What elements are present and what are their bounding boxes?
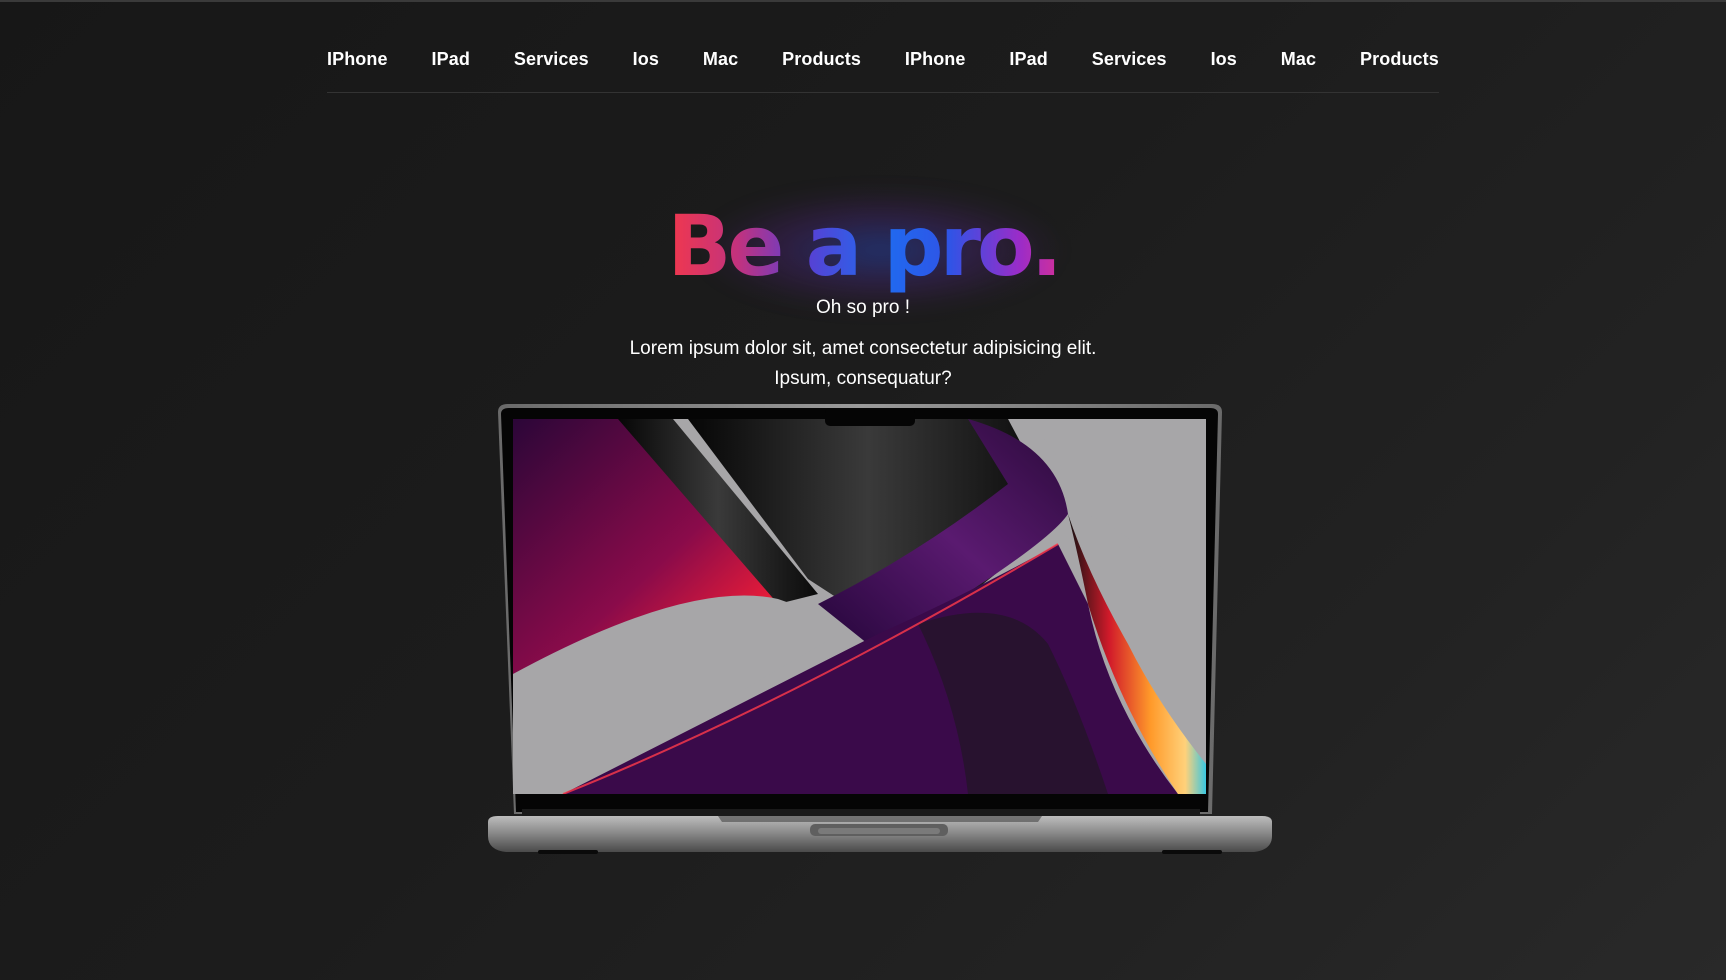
nav-link-mac[interactable]: Mac <box>703 48 738 70</box>
hero-subtitle: Oh so pro ! <box>816 297 910 318</box>
laptop-image <box>488 404 1272 854</box>
nav-link-products[interactable]: Products <box>782 48 861 70</box>
nav-link-iphone[interactable]: IPhone <box>327 48 388 70</box>
window-top-edge <box>0 0 1726 2</box>
hero-title-text: Be a pro. <box>667 197 1062 295</box>
nav-link-ipad-2[interactable]: IPad <box>1009 48 1047 70</box>
nav-link-products-2[interactable]: Products <box>1360 48 1439 70</box>
nav-link-ios[interactable]: Ios <box>633 48 659 70</box>
hero-title: Be a pro. <box>0 196 1726 296</box>
nav-link-services[interactable]: Services <box>514 48 589 70</box>
nav-link-ipad[interactable]: IPad <box>432 48 470 70</box>
nav-link-mac-2[interactable]: Mac <box>1281 48 1316 70</box>
top-navigation: IPhone IPad Services Ios Mac Products IP… <box>327 48 1439 93</box>
hero-description: Lorem ipsum dolor sit, amet consectetur … <box>629 338 1097 389</box>
nav-link-ios-2[interactable]: Ios <box>1211 48 1237 70</box>
nav-link-services-2[interactable]: Services <box>1092 48 1167 70</box>
nav-link-iphone-2[interactable]: IPhone <box>905 48 966 70</box>
